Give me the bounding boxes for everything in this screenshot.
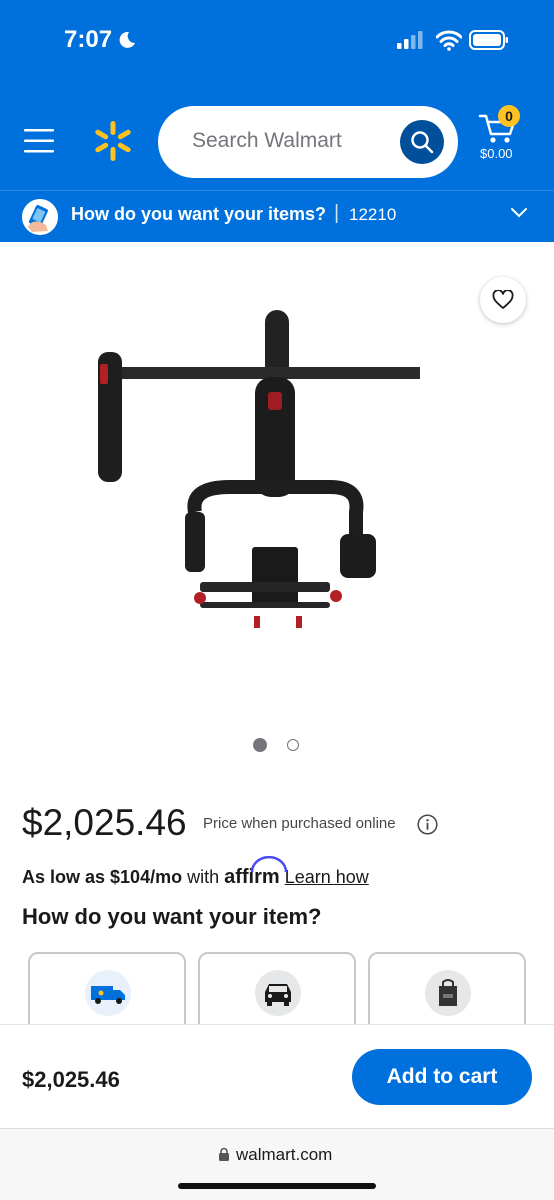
url-text: walmart.com bbox=[236, 1145, 333, 1164]
status-time: 7:07 bbox=[64, 26, 113, 53]
pickup-icon-background bbox=[255, 970, 301, 1016]
battery-icon bbox=[469, 30, 508, 50]
affirm-monthly-price: As low as $104/mo bbox=[22, 867, 183, 887]
price-note: Price when purchased online bbox=[203, 815, 396, 832]
home-indicator[interactable] bbox=[178, 1183, 376, 1189]
search-button[interactable] bbox=[400, 120, 444, 164]
wifi-icon bbox=[436, 30, 462, 51]
heart-icon bbox=[492, 290, 514, 309]
shipping-truck-icon bbox=[91, 986, 125, 1004]
add-to-favorites-button[interactable] bbox=[480, 277, 526, 323]
info-icon[interactable] bbox=[417, 814, 438, 835]
location-separator: | bbox=[334, 202, 340, 224]
product-image[interactable] bbox=[40, 262, 420, 662]
affirm-with-text: with bbox=[182, 867, 225, 887]
header-divider bbox=[0, 190, 554, 191]
affirm-logo: affirm bbox=[224, 856, 288, 888]
search-icon bbox=[411, 131, 434, 154]
search-input[interactable]: Search Walmart bbox=[192, 129, 342, 153]
bottom-price: $2,025.46 bbox=[22, 1067, 120, 1092]
search-bar[interactable]: Search Walmart bbox=[158, 106, 458, 178]
pickup-car-icon bbox=[265, 984, 291, 1006]
product-price: $2,025.46 bbox=[22, 802, 187, 843]
sticky-add-to-cart-bar: $2,025.46 Add to cart bbox=[0, 1024, 554, 1128]
menu-icon[interactable] bbox=[24, 126, 54, 156]
affirm-financing-line: As low as $104/mo with affirm Learn how bbox=[22, 856, 369, 889]
walmart-spark-logo-icon[interactable] bbox=[92, 120, 134, 162]
shipping-icon-background bbox=[85, 970, 131, 1016]
add-to-cart-button[interactable]: Add to cart bbox=[352, 1049, 532, 1105]
learn-how-link[interactable]: Learn how bbox=[285, 867, 369, 887]
gallery-dot[interactable] bbox=[287, 739, 299, 751]
location-prompt: How do you want your items? bbox=[71, 204, 327, 224]
cart-count-badge: 0 bbox=[498, 105, 520, 127]
delivery-bag-icon bbox=[439, 979, 457, 1006]
affirm-arc-icon bbox=[250, 856, 288, 873]
browser-url-bar[interactable]: walmart.com bbox=[0, 1128, 554, 1200]
cellular-signal-icon bbox=[397, 31, 423, 49]
location-zip: 12210 bbox=[349, 205, 397, 224]
location-avatar-icon bbox=[22, 199, 58, 235]
fulfillment-title: How do you want your item? bbox=[22, 904, 322, 929]
chevron-down-icon bbox=[511, 208, 527, 218]
moon-icon bbox=[119, 31, 135, 48]
lock-icon bbox=[219, 1147, 229, 1161]
gallery-dot-active[interactable] bbox=[253, 738, 267, 752]
cart-total: $0.00 bbox=[480, 146, 513, 161]
delivery-icon-background bbox=[425, 970, 471, 1016]
